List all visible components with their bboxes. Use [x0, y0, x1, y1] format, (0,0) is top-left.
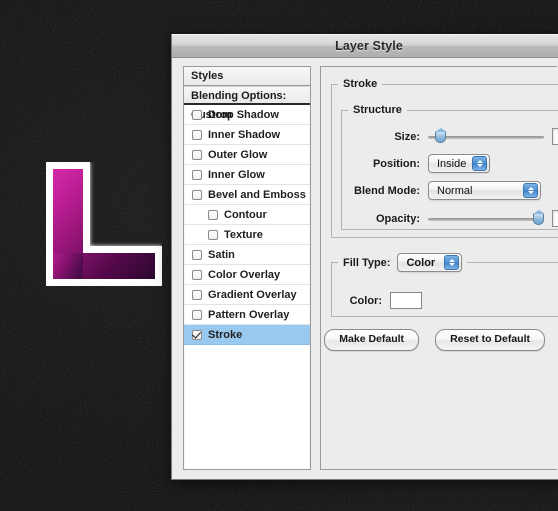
reset-to-default-button[interactable]: Reset to Default — [435, 329, 545, 351]
style-checkbox[interactable] — [192, 329, 202, 340]
size-label: Size: — [394, 130, 420, 143]
blend-mode-value: Normal — [437, 184, 473, 197]
styles-rows: Drop Shadow Inner Shadow Outer Glow Inner G… — [184, 105, 310, 345]
size-row: Size: 7 px — [342, 126, 558, 147]
structure-group: Structure Size: 7 px Position: — [341, 104, 558, 230]
chevron-updown-icon[interactable] — [523, 183, 538, 198]
style-row-label: Contour — [224, 208, 267, 221]
style-row-label: Stroke — [208, 328, 243, 341]
style-row[interactable]: Outer Glow — [184, 145, 310, 165]
style-row-label: Inner Glow — [208, 168, 265, 181]
style-row-label: Satin — [208, 248, 235, 261]
blend-mode-dropdown[interactable]: Normal — [428, 181, 541, 200]
style-row-label: Color Overlay — [208, 268, 281, 281]
opacity-slider-thumb[interactable] — [533, 209, 545, 225]
opacity-row: Opacity: 100 % — [342, 208, 558, 229]
styles-list-header[interactable]: Styles — [184, 67, 310, 86]
style-checkbox[interactable] — [192, 269, 202, 280]
style-row-label: Texture — [224, 228, 263, 241]
style-row-label: Pattern Overlay — [208, 308, 290, 321]
stroke-group-label: Stroke — [343, 78, 378, 90]
letter-l-glyph — [46, 162, 162, 286]
fill-type-dropdown[interactable]: Color — [397, 253, 463, 272]
chevron-updown-icon[interactable] — [444, 255, 460, 270]
styles-list-panel[interactable]: Styles Blending Options: Custom Drop Sha… — [183, 66, 311, 470]
position-label: Position: — [372, 157, 420, 170]
style-checkbox[interactable] — [192, 109, 202, 120]
size-slider-thumb[interactable] — [435, 127, 448, 143]
fill-type-label: Fill Type: — [343, 256, 391, 269]
blending-options-row[interactable]: Blending Options: Custom — [184, 86, 310, 121]
dialog-body: Styles Blending Options: Custom Drop Sha… — [172, 57, 558, 479]
stroke-group: Stroke Structure Size: 7 px — [331, 78, 558, 238]
style-row[interactable]: Bevel and Emboss — [184, 185, 310, 205]
style-row[interactable]: Satin — [184, 245, 310, 265]
style-checkbox[interactable] — [208, 229, 218, 240]
style-row[interactable]: Texture — [184, 225, 310, 245]
style-row[interactable]: Pattern Overlay — [184, 305, 310, 325]
style-checkbox[interactable] — [208, 209, 218, 220]
color-swatch[interactable] — [390, 292, 422, 309]
dialog-titlebar[interactable]: Layer Style — [172, 34, 558, 58]
style-checkbox[interactable] — [192, 189, 202, 200]
letter-l-artwork — [46, 162, 162, 286]
layer-style-dialog: Layer Style Styles Blending Options: Cus… — [171, 34, 558, 480]
style-row-label: Gradient Overlay — [208, 288, 297, 301]
style-checkbox[interactable] — [192, 129, 202, 140]
style-checkbox[interactable] — [192, 309, 202, 320]
opacity-slider[interactable] — [428, 209, 545, 226]
color-row: Color: — [332, 290, 558, 311]
footer-buttons: Make Default Reset to Default — [321, 329, 545, 351]
opacity-label: Opacity: — [375, 212, 420, 225]
style-row[interactable]: Color Overlay — [184, 265, 310, 285]
chevron-updown-icon[interactable] — [472, 156, 487, 171]
dialog-title: Layer Style — [335, 39, 403, 53]
style-row[interactable]: Stroke — [184, 325, 310, 345]
size-input[interactable]: 7 — [552, 128, 558, 145]
blend-mode-row: Blend Mode: Normal — [342, 180, 558, 201]
fill-type-legend: Fill Type: Color — [338, 253, 467, 272]
style-row-label: Outer Glow — [208, 148, 268, 161]
structure-group-label: Structure — [353, 104, 402, 116]
style-row[interactable]: Gradient Overlay — [184, 285, 310, 305]
style-row-label: Inner Shadow — [208, 128, 281, 141]
style-row-label: Bevel and Emboss — [208, 188, 306, 201]
style-row[interactable]: Inner Glow — [184, 165, 310, 185]
style-checkbox[interactable] — [192, 289, 202, 300]
position-dropdown[interactable]: Inside — [428, 154, 490, 173]
make-default-button[interactable]: Make Default — [324, 329, 420, 351]
style-checkbox[interactable] — [192, 149, 202, 160]
style-row[interactable]: Contour — [184, 205, 310, 225]
size-slider[interactable] — [428, 127, 544, 144]
style-row[interactable]: Inner Shadow — [184, 125, 310, 145]
style-row-label: Drop Shadow — [208, 108, 279, 121]
style-checkbox[interactable] — [192, 249, 202, 260]
stroke-options-panel: Stroke Structure Size: 7 px — [320, 66, 558, 470]
opacity-slider-track — [428, 217, 544, 221]
blend-mode-label: Blend Mode: — [354, 184, 420, 197]
position-row: Position: Inside — [342, 153, 558, 174]
fill-type-group: Fill Type: Color Color: — [331, 253, 558, 317]
style-checkbox[interactable] — [192, 169, 202, 180]
opacity-input[interactable]: 100 — [552, 210, 558, 227]
color-label: Color: — [349, 294, 382, 307]
